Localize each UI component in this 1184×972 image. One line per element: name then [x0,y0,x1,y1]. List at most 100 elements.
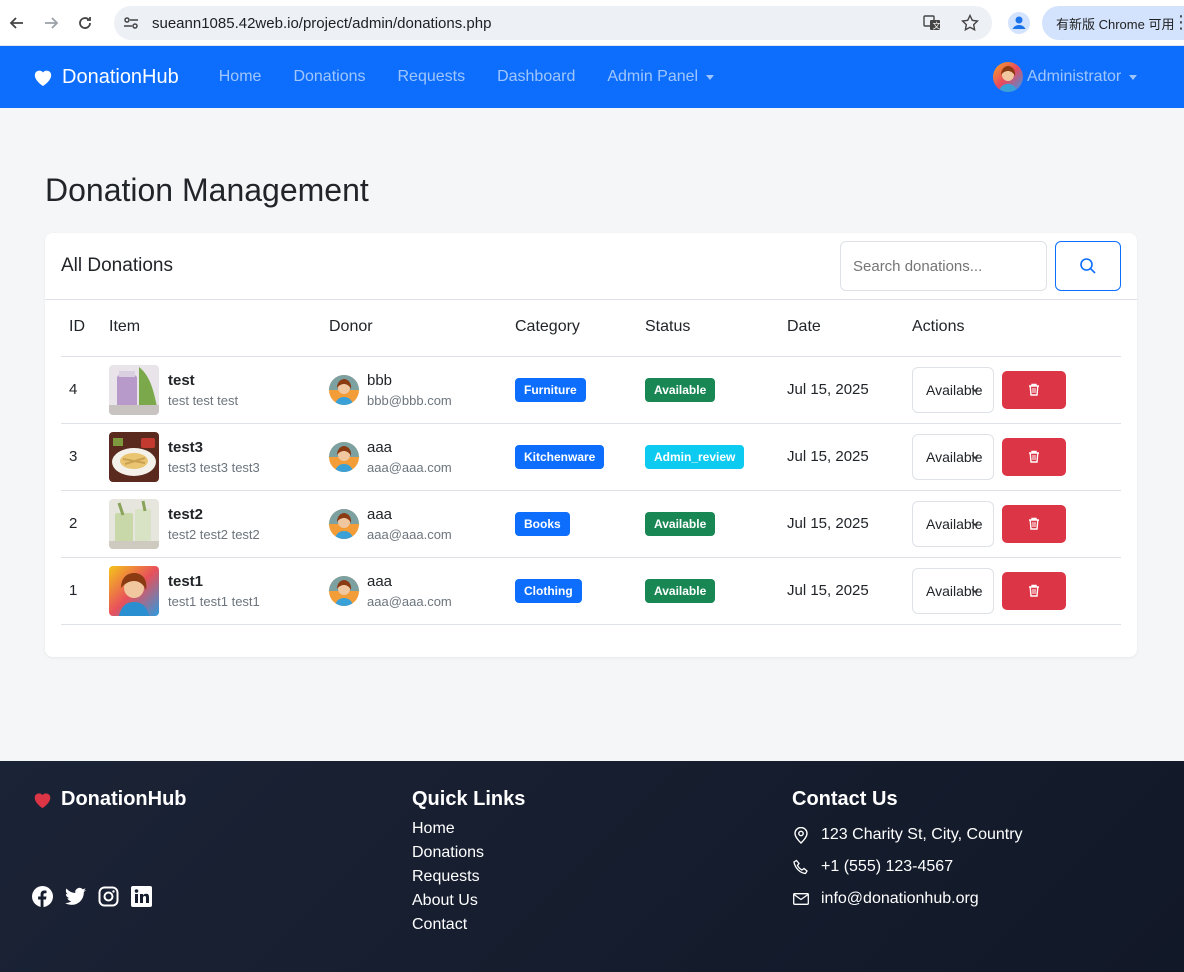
reload-icon[interactable] [72,10,98,36]
avatar [993,62,1023,92]
user-menu[interactable]: Administrator [993,62,1138,92]
footer-brand-name: DonationHub [61,788,187,810]
footer-link-about[interactable]: About Us [412,892,484,916]
kebab-menu-icon[interactable]: ⋮ [1172,12,1184,33]
item-description: test1 test1 test1 [168,593,260,609]
column-header-item: Item [109,318,329,357]
column-header-status: Status [645,318,787,357]
table-header-row: ID Item Donor Category Status Date Actio… [61,318,1121,357]
chrome-update-button[interactable]: 有新版 Chrome 可用 [1042,6,1184,40]
donor-email: aaa@aaa.com [367,526,452,542]
status-select[interactable]: Available [912,500,994,547]
row-date: Jul 15, 2025 [787,490,912,558]
profile-icon[interactable] [1008,12,1030,34]
row-id: 2 [61,490,109,558]
email-text: info@donationhub.org [821,890,979,907]
item-name: test1 [168,572,204,590]
status-select[interactable]: Available [912,567,994,614]
trash-icon [1029,517,1039,530]
social-links [32,886,152,907]
status-select[interactable]: Available [912,433,994,480]
chevron-down-icon [971,453,979,459]
donor-name: bbb [367,371,393,389]
instagram-icon[interactable] [98,886,119,907]
item-description: test test test [168,392,239,408]
footer-link-requests[interactable]: Requests [412,868,484,892]
search-input[interactable] [840,241,1047,291]
status-badge: Available [645,377,716,402]
donations-card: All Donations ID Item Donor Category Sta… [45,233,1137,657]
nav-requests[interactable]: Requests [397,68,465,86]
chevron-down-icon [706,74,715,80]
avatar [329,374,359,405]
url-text: sueann1085.42web.io/project/admin/donati… [152,14,492,32]
chevron-down-icon [971,386,979,392]
delete-button[interactable] [1002,571,1066,610]
heart-icon [34,793,51,809]
status-badge: Available [645,511,716,536]
site-navbar: DonationHub Home Donations Requests Dash… [0,46,1184,108]
status-select[interactable]: Available [912,366,994,413]
status-badge: Admin_review [645,444,745,469]
footer-link-contact[interactable]: Contact [412,916,484,940]
search-button[interactable] [1055,241,1121,291]
address-bar[interactable]: sueann1085.42web.io/project/admin/donati… [114,6,992,40]
quick-links-title: Quick Links [412,788,526,810]
map-pin-icon [792,826,809,844]
site-info-icon[interactable] [122,14,140,32]
donor-name: aaa [367,572,393,590]
avatar [329,441,359,472]
facebook-icon[interactable] [32,886,53,907]
card-title: All Donations [61,255,173,276]
nav-home[interactable]: Home [219,68,262,86]
delete-button[interactable] [1002,370,1066,409]
card-header: All Donations [45,233,1137,300]
donor-email: aaa@aaa.com [367,593,452,609]
twitter-icon[interactable] [65,886,86,907]
row-date: Jul 15, 2025 [787,557,912,625]
row-id: 4 [61,356,109,424]
nav-dashboard[interactable]: Dashboard [497,68,575,86]
category-badge: Clothing [515,578,582,603]
translate-icon[interactable]: 文 [922,13,942,33]
row-date: Jul 15, 2025 [787,356,912,424]
back-icon[interactable] [4,10,30,36]
column-header-date: Date [787,318,912,357]
footer-link-donations[interactable]: Donations [412,844,484,868]
donor-email: bbb@bbb.com [367,392,452,408]
avatar [329,575,359,606]
delete-button[interactable] [1002,504,1066,543]
contact-title: Contact Us [792,788,898,810]
row-id: 1 [61,557,109,625]
column-header-category: Category [515,318,645,357]
brand-link[interactable]: DonationHub [32,66,179,89]
trash-icon [1029,450,1039,463]
browser-toolbar: sueann1085.42web.io/project/admin/donati… [0,0,1184,46]
table-row: 2 test2 test2 test2 test2 aaa aaa@aaa.com … [61,490,1121,558]
category-badge: Books [515,511,570,536]
linkedin-icon[interactable] [131,886,152,907]
donations-table: ID Item Donor Category Status Date Actio… [61,318,1121,625]
table-row: 4 test test test test bbb bbb@bbb.com Furn… [61,356,1121,424]
category-badge: Kitchenware [515,444,605,469]
column-header-id: ID [61,318,109,357]
delete-button[interactable] [1002,437,1066,476]
item-description: test3 test3 test3 [168,459,260,475]
donor-email: aaa@aaa.com [367,459,452,475]
phone-text: +1 (555) 123-4567 [821,858,954,875]
nav-donations[interactable]: Donations [293,68,365,86]
donor-name: aaa [367,505,393,523]
footer-link-home[interactable]: Home [412,820,484,844]
item-thumbnail [109,364,159,415]
avatar [329,508,359,539]
chevron-down-icon [971,587,979,593]
table-row: 1 test1 test1 test1 test1 aaa aaa@aaa.com … [61,557,1121,625]
site-footer: DonationHub Quick Links Home Donations R… [0,761,1184,972]
contact-email: info@donationhub.org [792,883,1023,915]
bookmark-star-icon[interactable] [960,13,980,33]
trash-icon [1029,584,1039,597]
nav-admin-panel[interactable]: Admin Panel [607,68,715,86]
donor-name: aaa [367,438,393,456]
table-row: 3 test3 test3 test3 test3 aaa aaa@aaa.com … [61,423,1121,491]
forward-icon[interactable] [38,10,64,36]
